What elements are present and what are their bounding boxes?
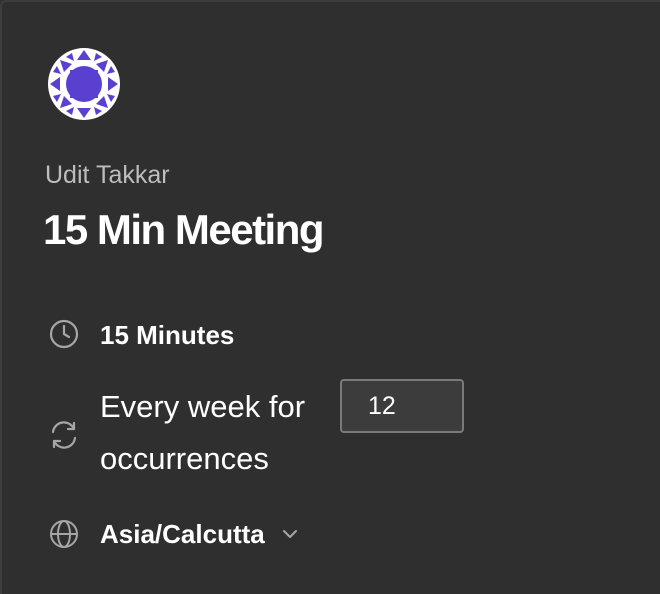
host-name: Udit Takkar: [45, 161, 170, 189]
timezone-select[interactable]: Asia/Calcutta: [100, 516, 301, 552]
refresh-icon: [48, 419, 80, 451]
globe-icon: [48, 518, 80, 550]
chevron-down-icon: [279, 523, 301, 545]
booking-panel: Udit Takkar 15 Min Meeting 15 Minutes Ev…: [0, 0, 660, 594]
event-duration: 15 Minutes: [100, 320, 235, 350]
recurrence-prefix: Every week for: [100, 389, 306, 424]
occurrences-input[interactable]: [340, 379, 464, 433]
timezone-label: Asia/Calcutta: [100, 519, 265, 549]
event-title: 15 Min Meeting: [43, 206, 325, 253]
recurrence-suffix: occurrences: [100, 441, 269, 476]
clock-icon: [48, 318, 80, 350]
avatar: [48, 48, 120, 120]
